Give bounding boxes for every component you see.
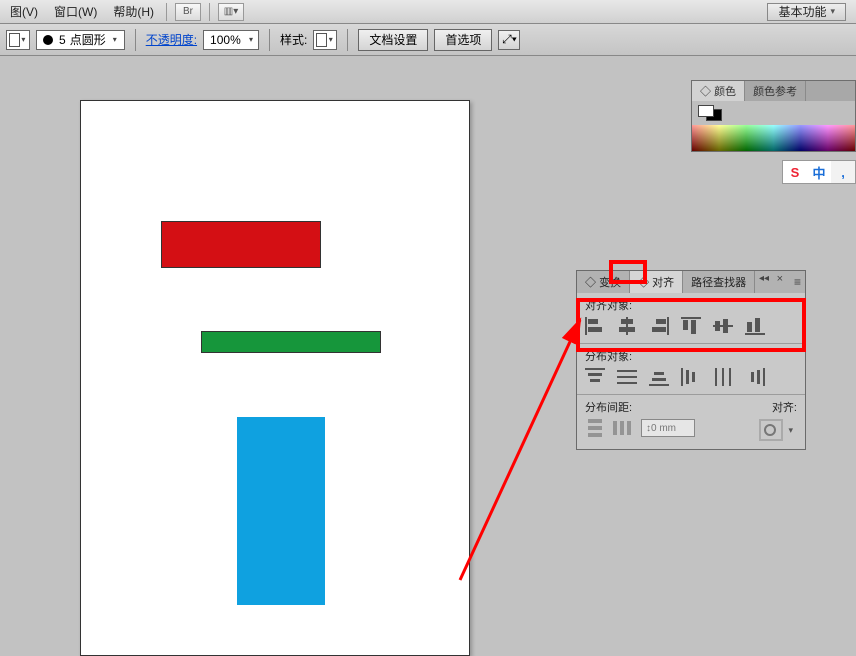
spacing-field[interactable]: ↕ 0 mm (641, 419, 695, 437)
color-panel[interactable]: ◇ 颜色 颜色参考 (691, 80, 856, 152)
tab-pathfinder[interactable]: 路径查找器 (683, 271, 755, 293)
menu-window[interactable]: 窗口(W) (46, 0, 105, 23)
artboard[interactable] (80, 100, 470, 656)
align-bottom-icon[interactable] (745, 317, 765, 335)
ime-icon: S (783, 161, 807, 183)
opacity-field[interactable]: 100%▾ (203, 30, 259, 50)
fill-stroke-swatches[interactable] (698, 105, 722, 121)
align-to-label: 对齐: (759, 399, 797, 415)
brush-preset[interactable]: 5 点圆形 ▾ (36, 30, 125, 50)
distribute-objects-section: 分布对象: (577, 344, 805, 395)
dist-right-icon[interactable] (745, 368, 765, 386)
dist-hcenter-icon[interactable] (713, 368, 733, 386)
preferences-button[interactable]: 首选项 (434, 29, 492, 51)
green-rectangle[interactable] (201, 331, 381, 353)
style-label: 样式: (280, 31, 307, 48)
align-vcenter-icon[interactable] (713, 317, 733, 335)
align-hcenter-icon[interactable] (617, 317, 637, 335)
bridge-icon[interactable]: Br (175, 3, 201, 21)
tab-transform[interactable]: ◇ 变换 (577, 271, 630, 293)
dist-top-icon[interactable] (585, 368, 605, 386)
align-to-button[interactable] (759, 419, 783, 441)
ime-lang: 中 (807, 161, 831, 183)
color-spectrum[interactable] (692, 125, 855, 151)
dist-space-v-icon[interactable] (585, 419, 605, 437)
blue-rectangle[interactable] (237, 417, 325, 605)
align-panel[interactable]: ◇ 变换 ◇ 对齐 路径查找器 ◂◂ × ≡ 对齐对象: 分布对象: 分 (576, 270, 806, 450)
ime-indicator[interactable]: S 中 , (782, 160, 856, 184)
align-objects-label: 对齐对象: (585, 297, 797, 313)
dist-space-h-icon[interactable] (613, 419, 633, 437)
menu-view[interactable]: 图(V) (2, 0, 46, 23)
separator (166, 3, 167, 21)
menu-help[interactable]: 帮助(H) (105, 0, 162, 23)
dist-left-icon[interactable] (681, 368, 701, 386)
tab-color[interactable]: ◇ 颜色 (692, 81, 745, 101)
ime-punct: , (831, 161, 855, 183)
tab-align[interactable]: ◇ 对齐 (630, 271, 683, 293)
red-rectangle[interactable] (161, 221, 321, 268)
workspace-switcher[interactable]: 基本功能 (767, 3, 846, 21)
document-setup-button[interactable]: 文档设置 (358, 29, 428, 51)
panel-collapse-icon[interactable]: ◂◂ (759, 273, 769, 284)
panel-close-icon[interactable]: × (777, 273, 783, 285)
tab-color-guide[interactable]: 颜色参考 (745, 81, 806, 101)
distribute-objects-label: 分布对象: (585, 348, 797, 364)
separator (269, 29, 270, 51)
arrange-docs-icon[interactable]: ▥▾ (218, 3, 244, 21)
panel-menu-icon[interactable]: ≡ (794, 275, 801, 289)
style-swatch[interactable]: ▾ (313, 30, 337, 50)
align-objects-section: 对齐对象: (577, 293, 805, 344)
align-left-icon[interactable] (585, 317, 605, 335)
stroke-size: 5 (59, 33, 66, 47)
align-top-icon[interactable] (681, 317, 701, 335)
opacity-label: 不透明度: (146, 31, 197, 48)
align-right-icon[interactable] (649, 317, 669, 335)
separator (347, 29, 348, 51)
dist-vcenter-icon[interactable] (617, 368, 637, 386)
prefs-flyout-icon[interactable]: ⤢▾ (498, 30, 520, 50)
distribute-spacing-label: 分布间距: (585, 399, 695, 415)
separator (135, 29, 136, 51)
brush-name: 点圆形 (70, 31, 106, 48)
dist-bottom-icon[interactable] (649, 368, 669, 386)
fill-stroke-swatch[interactable]: ▾ (6, 30, 30, 50)
separator (209, 3, 210, 21)
brush-dot-icon (43, 35, 53, 45)
